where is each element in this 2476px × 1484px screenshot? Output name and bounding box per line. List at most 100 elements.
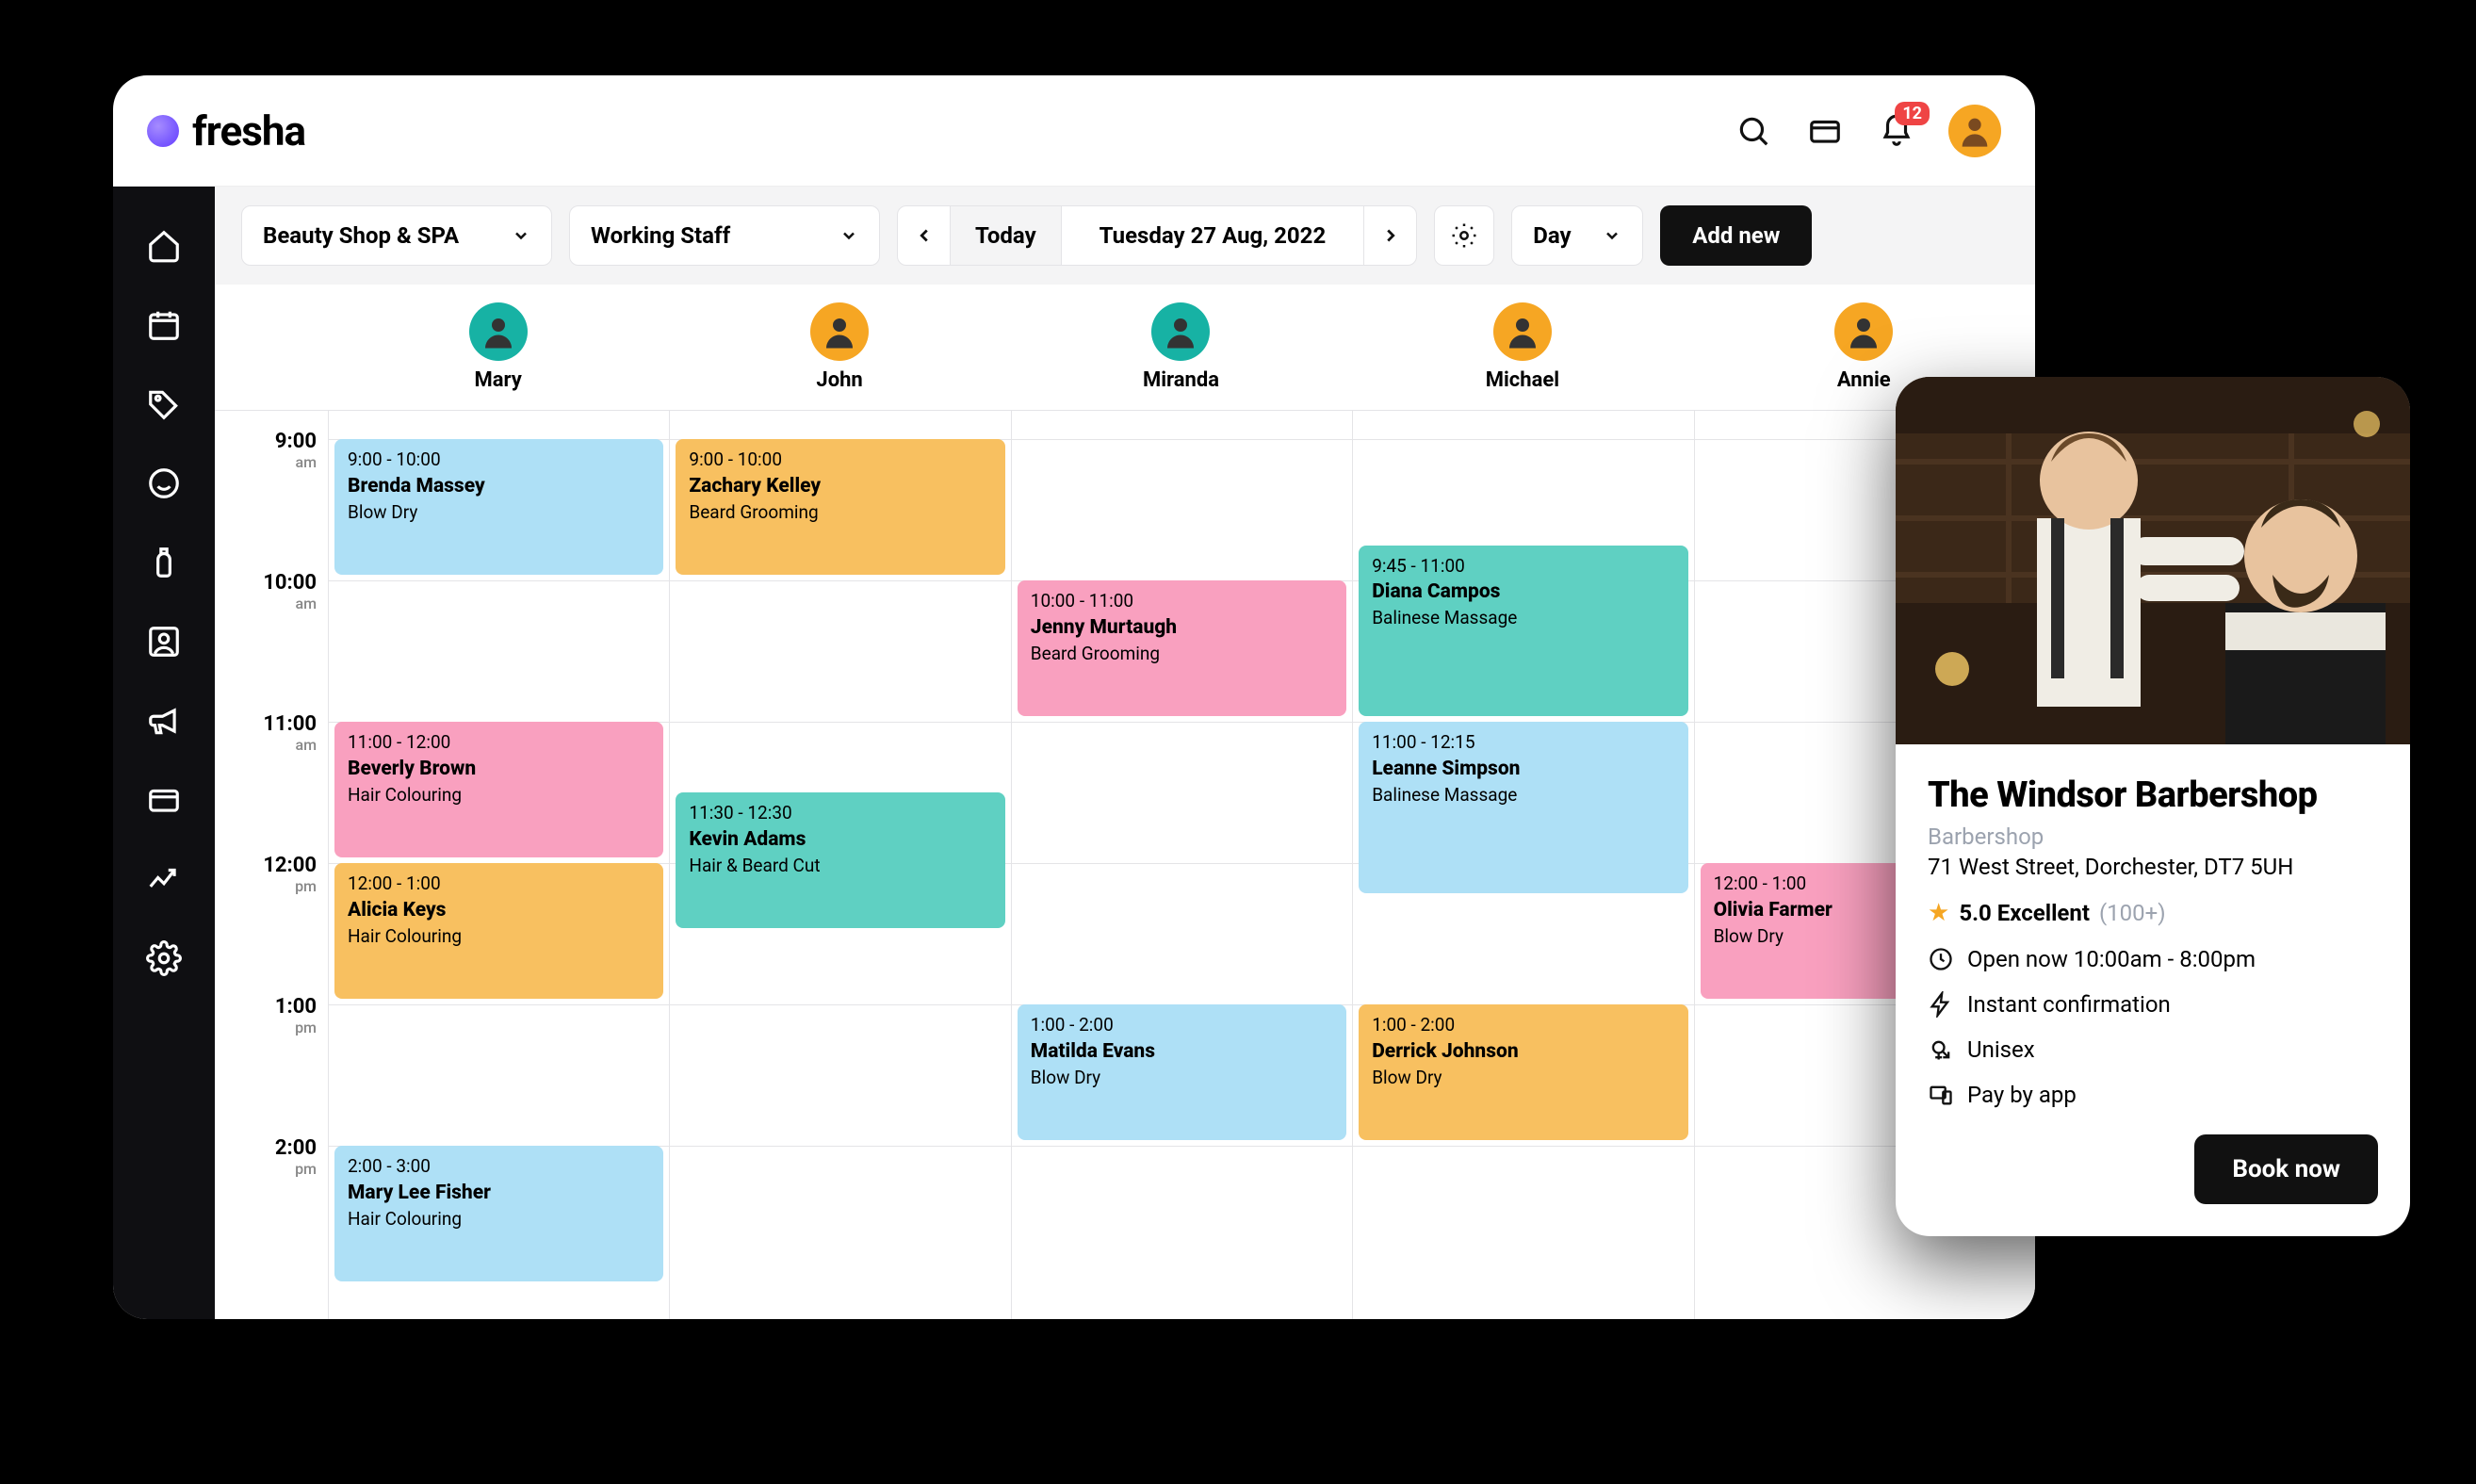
calendar-body: 9:00am10:00am11:00am12:00pm1:00pm2:00pm … bbox=[215, 411, 2035, 1319]
event-service: Hair Colouring bbox=[348, 1208, 650, 1231]
time-tick: 11:00am bbox=[263, 712, 317, 754]
staff-column-header[interactable]: John bbox=[669, 285, 1010, 410]
next-day-button[interactable] bbox=[1363, 205, 1416, 266]
notifications-button[interactable]: 12 bbox=[1877, 111, 1916, 151]
staff-column-header[interactable]: Michael bbox=[1352, 285, 1693, 410]
event-service: Hair Colouring bbox=[348, 925, 650, 949]
rating-label: Excellent bbox=[1997, 900, 2090, 926]
nav-payments[interactable] bbox=[144, 780, 184, 820]
rating-count: (100+) bbox=[2099, 900, 2166, 926]
booking-payment: Pay by app bbox=[1928, 1082, 2378, 1108]
calendar-lane[interactable]: 9:45 - 11:00 Diana Campos Balinese Massa… bbox=[1352, 411, 1693, 1319]
event-service: Blow Dry bbox=[348, 501, 650, 525]
notifications-badge: 12 bbox=[1895, 102, 1930, 125]
event-client: Derrick Johnson bbox=[1372, 1039, 1674, 1065]
nav-team[interactable] bbox=[144, 622, 184, 661]
staff-column-header[interactable]: Mary bbox=[328, 285, 669, 410]
view-select[interactable]: Day bbox=[1511, 205, 1643, 266]
gear-icon bbox=[146, 940, 182, 976]
staff-avatar bbox=[1493, 302, 1552, 361]
event-client: Jenny Murtaugh bbox=[1031, 615, 1333, 641]
calendar-lane[interactable]: 10:00 - 11:00 Jenny Murtaugh Beard Groom… bbox=[1011, 411, 1352, 1319]
nav-sales[interactable] bbox=[144, 384, 184, 424]
wallet-icon bbox=[1807, 113, 1843, 149]
nav-catalog[interactable] bbox=[144, 543, 184, 582]
megaphone-icon bbox=[146, 703, 182, 739]
event-time: 11:00 - 12:15 bbox=[1372, 731, 1674, 755]
add-new-label: Add new bbox=[1692, 222, 1780, 249]
calendar-event[interactable]: 10:00 - 11:00 Jenny Murtaugh Beard Groom… bbox=[1018, 580, 1346, 716]
calendar: Mary John Miranda Michael Annie 9:00am 10… bbox=[215, 285, 2035, 1319]
chevron-down-icon bbox=[512, 226, 530, 245]
barbershop-illustration bbox=[1896, 377, 2410, 744]
calendar-settings-button[interactable] bbox=[1434, 205, 1494, 266]
current-date-label: Tuesday 27 Aug, 2022 bbox=[1100, 222, 1327, 249]
staff-filter-label: Working Staff bbox=[591, 222, 730, 249]
nav-settings[interactable] bbox=[144, 938, 184, 978]
calendar-event[interactable]: 12:00 - 1:00 Alicia Keys Hair Colouring bbox=[334, 863, 663, 999]
location-select[interactable]: Beauty Shop & SPA bbox=[241, 205, 552, 266]
add-new-button[interactable]: Add new bbox=[1660, 205, 1812, 266]
event-service: Blow Dry bbox=[1372, 1067, 1674, 1090]
chevron-right-icon bbox=[1380, 225, 1401, 246]
event-service: Blow Dry bbox=[1031, 1067, 1333, 1090]
prev-day-button[interactable] bbox=[898, 205, 951, 266]
date-navigator: Today Tuesday 27 Aug, 2022 bbox=[897, 205, 1417, 266]
event-client: Diana Campos bbox=[1372, 579, 1674, 605]
star-icon: ★ bbox=[1928, 899, 1949, 927]
event-client: Alicia Keys bbox=[348, 898, 650, 923]
gender-icon bbox=[1928, 1036, 1954, 1063]
nav-home[interactable] bbox=[144, 226, 184, 266]
calendar-event[interactable]: 11:00 - 12:00 Beverly Brown Hair Colouri… bbox=[334, 722, 663, 857]
calendar-event[interactable]: 11:00 - 12:15 Leanne Simpson Balinese Ma… bbox=[1359, 722, 1687, 893]
smile-icon bbox=[146, 465, 182, 501]
nav-clients[interactable] bbox=[144, 464, 184, 503]
rating-score: 5.0 bbox=[1959, 900, 1992, 926]
chevron-down-icon bbox=[1603, 226, 1621, 245]
user-avatar[interactable] bbox=[1948, 105, 2001, 157]
calendar-event[interactable]: 2:00 - 3:00 Mary Lee Fisher Hair Colouri… bbox=[334, 1146, 663, 1281]
nav-reports[interactable] bbox=[144, 859, 184, 899]
time-tick: 10:00am bbox=[263, 571, 317, 612]
wallet-button[interactable] bbox=[1805, 111, 1845, 151]
calendar-lane[interactable]: 9:00 - 10:00 Brenda Massey Blow Dry 11:00… bbox=[328, 411, 669, 1319]
current-date[interactable]: Tuesday 27 Aug, 2022 bbox=[1062, 205, 1364, 266]
booking-pay-label: Pay by app bbox=[1967, 1082, 2077, 1108]
calendar-event[interactable]: 1:00 - 2:00 Derrick Johnson Blow Dry bbox=[1359, 1004, 1687, 1140]
event-client: Brenda Massey bbox=[348, 474, 650, 499]
staff-name: Mary bbox=[475, 368, 522, 392]
today-button[interactable]: Today bbox=[951, 205, 1062, 266]
calendar-event[interactable]: 9:00 - 10:00 Zachary Kelley Beard Groomi… bbox=[676, 439, 1004, 575]
staff-avatar bbox=[810, 302, 869, 361]
event-client: Leanne Simpson bbox=[1372, 757, 1674, 782]
calendar-event[interactable]: 11:30 - 12:30 Kevin Adams Hair & Beard C… bbox=[676, 792, 1004, 928]
time-tick: 9:00am bbox=[275, 430, 317, 471]
staff-filter-select[interactable]: Working Staff bbox=[569, 205, 880, 266]
calendar-event[interactable]: 1:00 - 2:00 Matilda Evans Blow Dry bbox=[1018, 1004, 1346, 1140]
header-actions: 12 bbox=[1734, 105, 2001, 157]
clock-icon bbox=[1928, 946, 1954, 972]
calendar-lane[interactable]: 9:00 - 10:00 Zachary Kelley Beard Groomi… bbox=[669, 411, 1010, 1319]
booking-confirmation: Instant confirmation bbox=[1928, 991, 2378, 1018]
event-time: 2:00 - 3:00 bbox=[348, 1155, 650, 1179]
nav-calendar[interactable] bbox=[144, 305, 184, 345]
search-button[interactable] bbox=[1734, 111, 1773, 151]
staff-column-header[interactable]: Miranda bbox=[1011, 285, 1352, 410]
booking-title: The Windsor Barbershop bbox=[1928, 775, 2378, 816]
book-now-label: Book now bbox=[2232, 1155, 2340, 1183]
calendar-header: Mary John Miranda Michael Annie bbox=[215, 285, 2035, 411]
person-icon bbox=[1844, 312, 1883, 351]
brand: fresha bbox=[147, 106, 305, 155]
nav-marketing[interactable] bbox=[144, 701, 184, 741]
event-client: Kevin Adams bbox=[689, 827, 991, 853]
staff-avatar bbox=[1151, 302, 1210, 361]
calendar-event[interactable]: 9:45 - 11:00 Diana Campos Balinese Massa… bbox=[1359, 546, 1687, 717]
staff-avatar bbox=[1834, 302, 1893, 361]
calendar-event[interactable]: 9:00 - 10:00 Brenda Massey Blow Dry bbox=[334, 439, 663, 575]
event-time: 9:00 - 10:00 bbox=[348, 448, 650, 472]
person-icon bbox=[1956, 112, 1994, 150]
bottle-icon bbox=[146, 545, 182, 580]
event-client: Mary Lee Fisher bbox=[348, 1181, 650, 1206]
book-now-button[interactable]: Book now bbox=[2194, 1134, 2378, 1204]
booking-address: 71 West Street, Dorchester, DT7 5UH bbox=[1928, 854, 2378, 880]
